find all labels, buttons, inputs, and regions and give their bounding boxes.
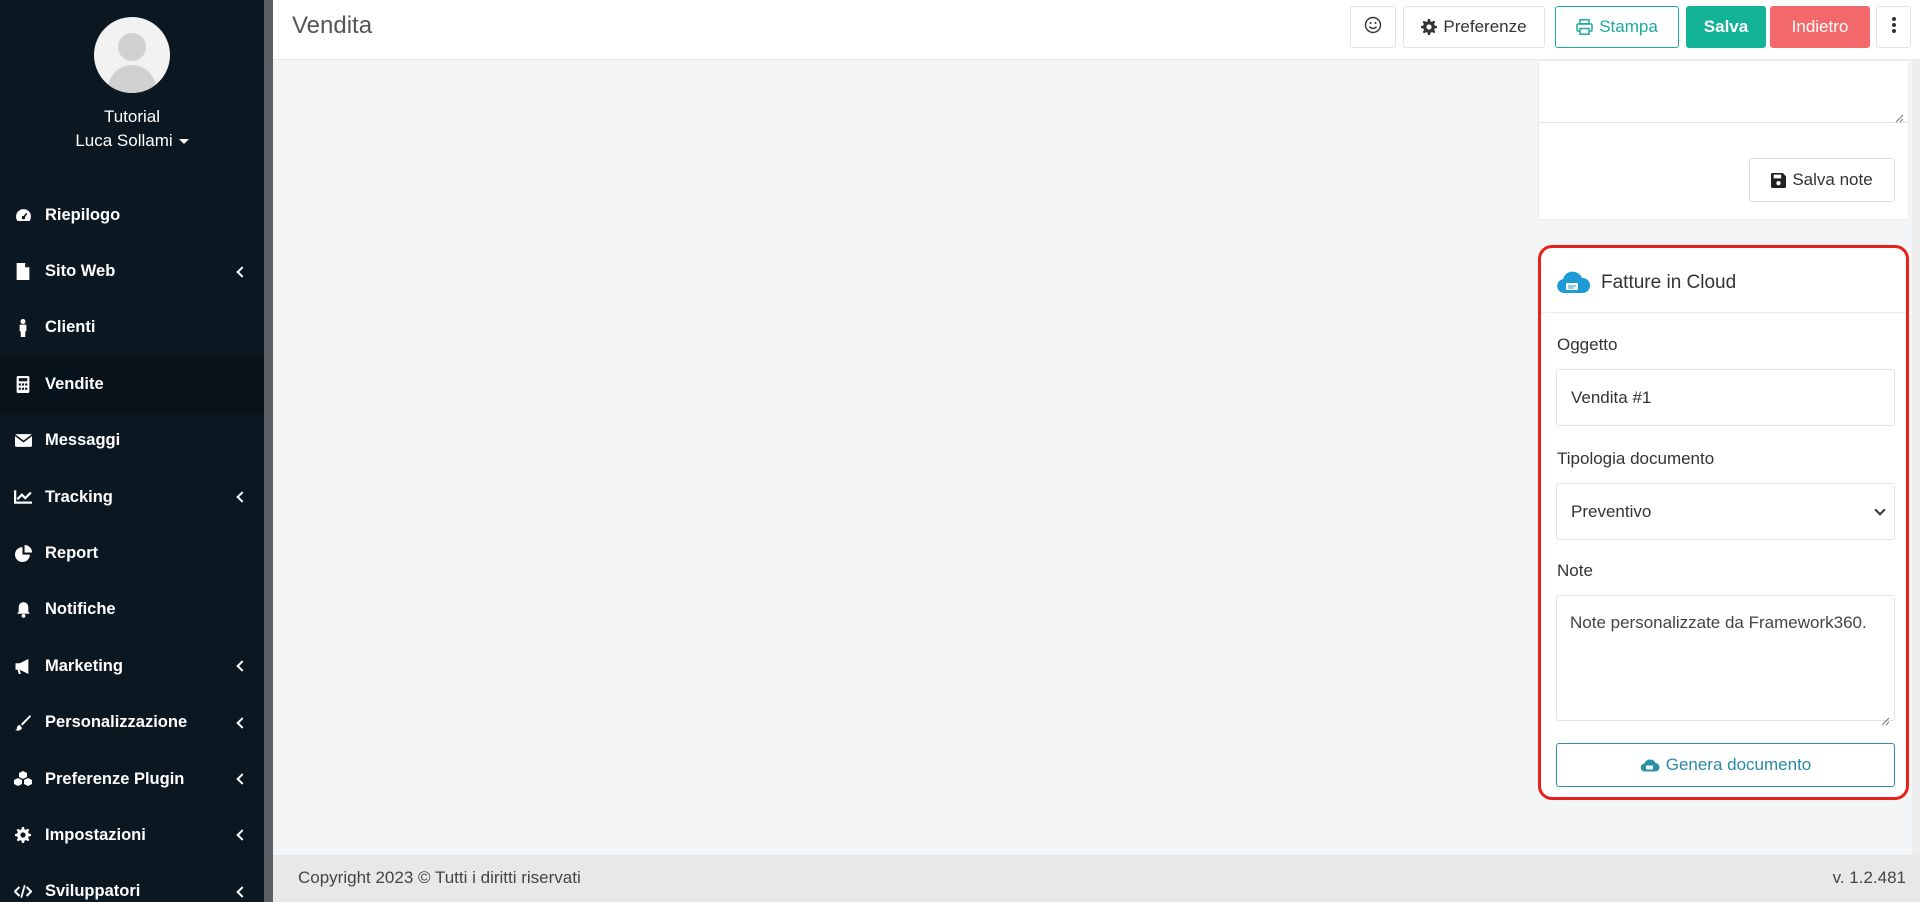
sidebar-item-messaggi[interactable]: Messaggi <box>0 413 264 469</box>
cloud-icon <box>1556 271 1591 299</box>
floppy-disk-icon <box>1771 172 1787 188</box>
version-text: v. 1.2.481 <box>1832 868 1906 887</box>
sidebar-item-label: Marketing <box>45 656 123 675</box>
document-type-label: Tipologia documento <box>1557 449 1715 468</box>
calculator-icon <box>14 375 32 393</box>
save-notes-label: Salva note <box>1792 170 1873 189</box>
sidebar-item-label: Impostazioni <box>45 825 146 844</box>
page-scrollbar[interactable] <box>1912 60 1920 855</box>
notes-text: Note personalizzate da Framework360. <box>1570 613 1867 632</box>
user-profile: Tutorial Luca Sollami <box>0 17 264 151</box>
sidebar-item-label: Clienti <box>45 318 96 337</box>
preferences-button[interactable]: Preferenze <box>1403 6 1545 48</box>
document-type-value: Preventivo <box>1571 501 1652 521</box>
sidebar-item-label: Vendite <box>45 374 104 393</box>
brush-icon <box>14 714 32 732</box>
chevron-left-icon <box>236 491 248 503</box>
copyright-text: Copyright 2023 © Tutti i diritti riserva… <box>298 868 581 887</box>
vertical-dots-icon <box>1891 16 1897 39</box>
megaphone-icon <box>14 657 32 675</box>
cloud-icon <box>1640 759 1660 772</box>
sidebar-item-clienti[interactable]: Clienti <box>0 300 264 356</box>
preferences-label: Preferenze <box>1443 17 1527 36</box>
save-button[interactable]: Salva <box>1686 6 1766 48</box>
bell-icon <box>14 601 32 619</box>
person-icon <box>14 318 32 337</box>
subject-label: Oggetto <box>1557 335 1618 354</box>
footer: Copyright 2023 © Tutti i diritti riserva… <box>273 855 1920 902</box>
sidebar-item-impostazioni[interactable]: Impostazioni <box>0 807 264 863</box>
sidebar-item-label: Messaggi <box>45 431 121 450</box>
organization-name: Tutorial <box>103 107 161 126</box>
sidebar-scrollbar[interactable] <box>264 0 273 902</box>
cog-icon <box>14 826 32 844</box>
sidebar-item-label: Sviluppatori <box>45 882 141 901</box>
sidebar-item-notifiche[interactable]: Notifiche <box>0 582 264 638</box>
sidebar-item-personalizzazione[interactable]: Personalizzazione <box>0 695 264 751</box>
page-title: Vendita <box>292 12 373 39</box>
line-chart-icon <box>14 488 32 506</box>
fatture-in-cloud-card: Fatture in Cloud Oggetto Vendita #1 Tipo… <box>1538 245 1909 800</box>
chevron-left-icon <box>236 265 248 278</box>
print-button[interactable]: Stampa <box>1555 6 1679 48</box>
chevron-left-icon <box>236 773 248 785</box>
sidebar-item-label: Preferenze Plugin <box>45 769 185 788</box>
sidebar-menu: Riepilogo Sito Web Clienti Vendite Messa… <box>0 187 264 902</box>
smiley-icon <box>1364 16 1382 39</box>
dashboard-icon <box>14 206 32 224</box>
back-button[interactable]: Indietro <box>1770 6 1870 48</box>
sidebar-item-riepilogo[interactable]: Riepilogo <box>0 187 264 243</box>
emoji-button[interactable] <box>1350 6 1396 48</box>
sidebar-item-sviluppatori[interactable]: Sviluppatori <box>0 864 264 902</box>
chevron-left-icon <box>236 829 248 842</box>
cog-icon <box>1421 19 1438 35</box>
sidebar-item-preferenze-plugin[interactable]: Preferenze Plugin <box>0 751 264 807</box>
notes-textarea[interactable] <box>1539 61 1908 123</box>
printer-icon <box>1576 19 1593 35</box>
resize-handle-icon[interactable] <box>1881 708 1890 726</box>
notes-card: Salva note <box>1538 60 1909 220</box>
sidebar-item-label: Riepilogo <box>45 205 121 224</box>
print-label: Stampa <box>1599 17 1658 36</box>
chevron-down-icon <box>1874 504 1886 516</box>
sidebar-item-label: Personalizzazione <box>45 713 188 732</box>
card-header: Fatture in Cloud <box>1541 248 1906 313</box>
sidebar-item-vendite[interactable]: Vendite <box>0 356 264 413</box>
chevron-left-icon <box>236 886 248 898</box>
notes-field[interactable]: Note personalizzate da Framework360. <box>1556 595 1895 726</box>
resize-handle-icon[interactable] <box>1895 110 1904 123</box>
avatar[interactable] <box>94 17 170 93</box>
subject-input[interactable]: Vendita #1 <box>1556 369 1895 426</box>
more-options-button[interactable] <box>1876 6 1911 48</box>
generate-document-button[interactable]: Genera documento <box>1556 743 1895 787</box>
sidebar-item-marketing[interactable]: Marketing <box>0 638 264 694</box>
sidebar-item-label: Sito Web <box>45 262 116 281</box>
sidebar-item-label: Notifiche <box>45 600 116 619</box>
sidebar-item-label: Tracking <box>45 487 113 506</box>
sidebar-item-report[interactable]: Report <box>0 525 264 581</box>
chevron-left-icon <box>236 717 248 729</box>
chevron-left-icon <box>236 660 248 672</box>
top-bar: Vendita Preferenze Stampa Salva Indietro <box>273 0 1920 60</box>
caret-down-icon <box>178 139 189 145</box>
sidebar-item-label: Report <box>45 544 99 563</box>
card-title: Fatture in Cloud <box>1601 272 1737 293</box>
cubes-icon <box>14 770 32 788</box>
user-menu-toggle[interactable]: Luca Sollami <box>0 131 264 151</box>
save-notes-button[interactable]: Salva note <box>1749 158 1895 202</box>
sidebar: Tutorial Luca Sollami Riepilogo Sito Web… <box>0 0 264 902</box>
file-icon <box>14 263 32 281</box>
pie-chart-icon <box>14 545 32 563</box>
sidebar-item-sito-web[interactable]: Sito Web <box>0 243 264 299</box>
sidebar-item-tracking[interactable]: Tracking <box>0 469 264 525</box>
code-icon <box>14 883 32 901</box>
document-type-select[interactable]: Preventivo <box>1556 483 1895 540</box>
envelope-icon <box>14 432 32 450</box>
generate-document-label: Genera documento <box>1665 755 1812 774</box>
user-name: Luca Sollami <box>75 131 173 150</box>
notes-label: Note <box>1557 561 1593 580</box>
